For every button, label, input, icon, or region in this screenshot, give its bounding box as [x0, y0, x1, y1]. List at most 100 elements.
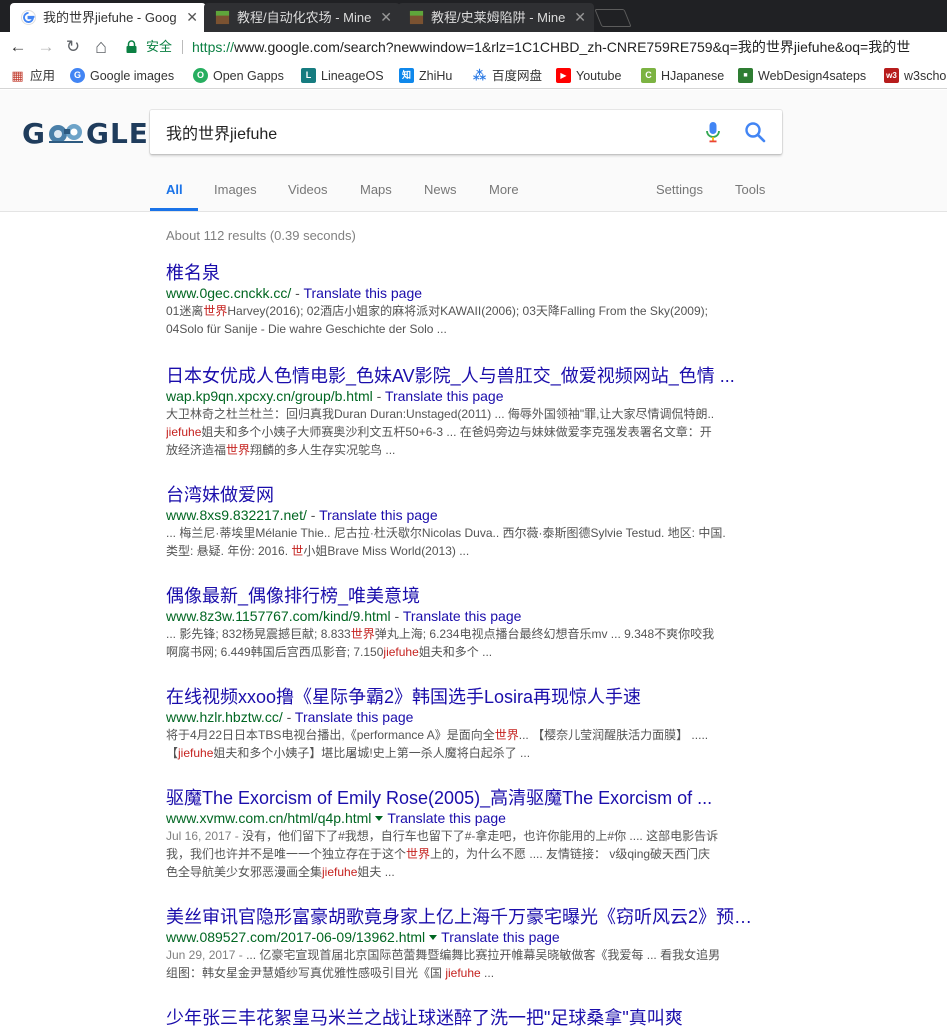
result-snippet-line: Jun 29, 2017 - ... 亿豪宅宣现首届北京国际芭蕾舞暨编舞比赛拉开…	[166, 946, 766, 964]
tab-all[interactable]: All	[166, 182, 183, 197]
tab-google-search[interactable]: 我的世界jiefuhe - Goog ✕	[10, 3, 206, 32]
bookmark-google-images[interactable]: G Google images	[70, 67, 174, 85]
result-snippet-line: 04Solo für Sanije - Die wahre Geschichte…	[166, 320, 766, 338]
search-box[interactable]	[150, 110, 782, 154]
translate-link[interactable]: Translate this page	[319, 507, 438, 523]
search-input[interactable]	[166, 110, 686, 154]
bookmark-webdesign[interactable]: ■ WebDesign4sateps	[738, 67, 866, 85]
result-url-line: www.xvmw.com.cn/html/q4p.html Translate t…	[166, 809, 776, 827]
tab-close-icon[interactable]: ✕	[574, 3, 586, 32]
active-tab-indicator	[150, 208, 198, 211]
bookmark-youtube[interactable]: ▶ Youtube	[556, 67, 621, 85]
tab-title: 教程/史莱姆陷阱 - Mine	[431, 10, 566, 25]
tab-settings[interactable]: Settings	[656, 182, 703, 197]
snippet-text: 色全导航美少女邪恶漫画全集	[166, 865, 323, 879]
google-favicon-icon	[21, 10, 36, 25]
result-title-link[interactable]: 驱魔The Exorcism of Emily Rose(2005)_高清驱魔T…	[166, 787, 766, 809]
result-snippet-line: 大卫林奇之杜兰杜兰：回归真我Duran Duran:Unstaged(2011)…	[166, 405, 766, 423]
dropdown-arrow-icon[interactable]	[429, 934, 438, 940]
search-icon[interactable]	[744, 121, 766, 143]
apps-icon: ▦	[10, 68, 25, 83]
bookmark-lineageos[interactable]: L LineageOS	[301, 67, 384, 85]
translate-link[interactable]: Translate this page	[387, 810, 506, 826]
tab-close-icon[interactable]: ✕	[380, 3, 392, 32]
url-rest: www.google.com/search?newwindow=1&rlz=1C…	[234, 39, 911, 55]
result-title-link[interactable]: 少年张三丰花絮皇马米兰之战让球迷醉了洗一把"足球桑拿"真叫爽	[166, 1007, 766, 1029]
bookmark-hjapanese[interactable]: C HJapanese	[641, 67, 724, 85]
minecraft-grass-icon	[409, 10, 424, 25]
bookmark-label: w3scho	[904, 69, 947, 83]
translate-link[interactable]: Translate this page	[441, 929, 560, 945]
highlighted-term: 世界	[350, 627, 375, 641]
bookmark-label: WebDesign4sateps	[758, 69, 867, 83]
result-snippet-line: Jul 16, 2017 - 没有，他们留下了#我想，自行车也留下了#-拿走吧，…	[166, 827, 766, 845]
bookmark-w3schools[interactable]: w3 w3scho	[884, 67, 946, 85]
translate-link[interactable]: Translate this page	[295, 709, 414, 725]
result-title-link[interactable]: 日本女优成人色情电影_色妹AV影院_人与兽肛交_做爱视频网站_色情 ...	[166, 365, 766, 387]
back-button[interactable]: ←	[8, 37, 28, 57]
tab-maps[interactable]: Maps	[360, 182, 392, 197]
dropdown-arrow-icon[interactable]	[375, 815, 384, 821]
tab-minecraft-slime[interactable]: 教程/史莱姆陷阱 - Mine ✕	[398, 3, 594, 32]
bookmark-apps[interactable]: ▦ 应用	[10, 67, 55, 85]
highlighted-term: 世界	[406, 847, 431, 861]
snippet-text: 姐夫和多个小姨子】堪比屠城!史上第一杀人魔将白起杀了 ...	[213, 746, 531, 760]
result-url: www.089527.com/2017-06-09/13962.html	[166, 929, 426, 945]
tab-tools[interactable]: Tools	[735, 182, 765, 197]
result-title-link[interactable]: 在线视频xxoo撸《星际争霸2》韩国选手Losira再现惊人手速	[166, 686, 766, 708]
tab-videos[interactable]: Videos	[288, 182, 328, 197]
result-title-link[interactable]: 美丝审讯官隐形富豪胡歌竟身家上亿上海千万豪宅曝光《窃听风云2》预告...	[166, 906, 766, 928]
snippet-text: 组图：韩女星金尹慧婚纱写真优雅性感吸引目光《国	[166, 966, 446, 980]
snippet-text: 【	[166, 746, 179, 760]
google-doodle-logo[interactable]: G GLE	[22, 120, 149, 148]
highlighted-term: 世	[291, 544, 304, 558]
snippet-text: 姐夫 ...	[357, 865, 395, 879]
result-snippet-line: ... 影先锋; 832杨晃震撼巨献; 8.833世界弹丸上海; 6.234电视…	[166, 625, 766, 643]
snippet-text: 01迷离	[166, 304, 204, 318]
result-title-link[interactable]: 椎名泉	[166, 262, 766, 284]
translate-link[interactable]: Translate this page	[385, 388, 504, 404]
result-snippet-line: 色全导航美少女邪恶漫画全集jiefuhe姐夫 ...	[166, 863, 766, 881]
result-title-link[interactable]: 偶像最新_偶像排行榜_唯美意境	[166, 585, 766, 607]
new-tab-button[interactable]	[594, 9, 632, 27]
tab-news[interactable]: News	[424, 182, 457, 197]
home-button[interactable]: ⌂	[91, 37, 111, 57]
reload-button[interactable]: ↻	[63, 37, 83, 57]
result-snippet-line: 将于4月22日日本TBS电视台播出,《performance A》是面向全世界.…	[166, 726, 766, 744]
result-separator: -	[282, 709, 295, 725]
bookmark-baidu-pan[interactable]: ⁂ 百度网盘	[472, 67, 542, 85]
browser-tabstrip: 我的世界jiefuhe - Goog ✕ 教程/自动化农场 - Mine ✕ 教…	[0, 0, 947, 32]
tab-images[interactable]: Images	[214, 182, 257, 197]
bookmark-label: ZhiHu	[419, 69, 453, 83]
snippet-text: Harvey(2016); 02酒店小姐家的麻将派对KAWAII(2006); …	[227, 304, 708, 318]
tab-more[interactable]: More	[489, 182, 519, 197]
bookmark-open-gapps[interactable]: O Open Gapps	[193, 67, 284, 85]
result-url-line: www.hzlr.hbztw.cc/ - Translate this page	[166, 708, 776, 726]
forward-button[interactable]: →	[36, 37, 56, 57]
tab-title: 我的世界jiefuhe - Goog	[43, 10, 177, 25]
snippet-text: ... 影先锋; 832杨晃震撼巨献; 8.833	[166, 627, 351, 641]
translate-link[interactable]: Translate this page	[303, 285, 422, 301]
browser-toolbar: ← → ↻ ⌂ 安全 https://www.google.com/search…	[0, 32, 947, 62]
bookmark-label: HJapanese	[661, 69, 725, 83]
search-header: G GLE All Images Videos Maps News More S…	[0, 90, 947, 212]
bookmark-zhihu[interactable]: 知 ZhiHu	[399, 67, 452, 85]
url-text: https://www.google.com/search?newwindow=…	[192, 35, 910, 59]
bookmarks-bar: ▦ 应用 G Google images O Open Gapps L LineageO…	[0, 62, 947, 89]
snippet-text: 没有，他们留下了#我想，自行车也留下了#-拿走吧，也许你能用的上#你 .... …	[242, 829, 719, 843]
search-result: 驱魔The Exorcism of Emily Rose(2005)_高清驱魔T…	[166, 787, 776, 881]
result-url: wap.kp9qn.xpcxy.cn/group/b.html	[166, 388, 373, 404]
result-url: www.hzlr.hbztw.cc/	[166, 709, 283, 725]
microphone-icon[interactable]	[705, 121, 721, 143]
highlighted-term: jiefuhe	[383, 645, 419, 659]
translate-link[interactable]: Translate this page	[403, 608, 522, 624]
youtube-icon: ▶	[556, 68, 571, 83]
result-title-link[interactable]: 台湾妹做爱网	[166, 484, 766, 506]
tab-minecraft-farm[interactable]: 教程/自动化农场 - Mine ✕	[204, 3, 400, 32]
snippet-text: 姐夫和多个小姨子大师赛奥沙利文五杆50+6-3 ... 在爸妈旁边与妹妹做爱李克…	[201, 425, 712, 439]
address-bar[interactable]: 安全 https://www.google.com/search?newwind…	[120, 35, 947, 59]
highlighted-term: jiefuhe	[445, 966, 481, 980]
highlighted-term: 世界	[494, 728, 519, 742]
snippet-text: 类型: 悬疑. 年份: 2016.	[166, 544, 292, 558]
tab-close-icon[interactable]: ✕	[186, 3, 198, 32]
